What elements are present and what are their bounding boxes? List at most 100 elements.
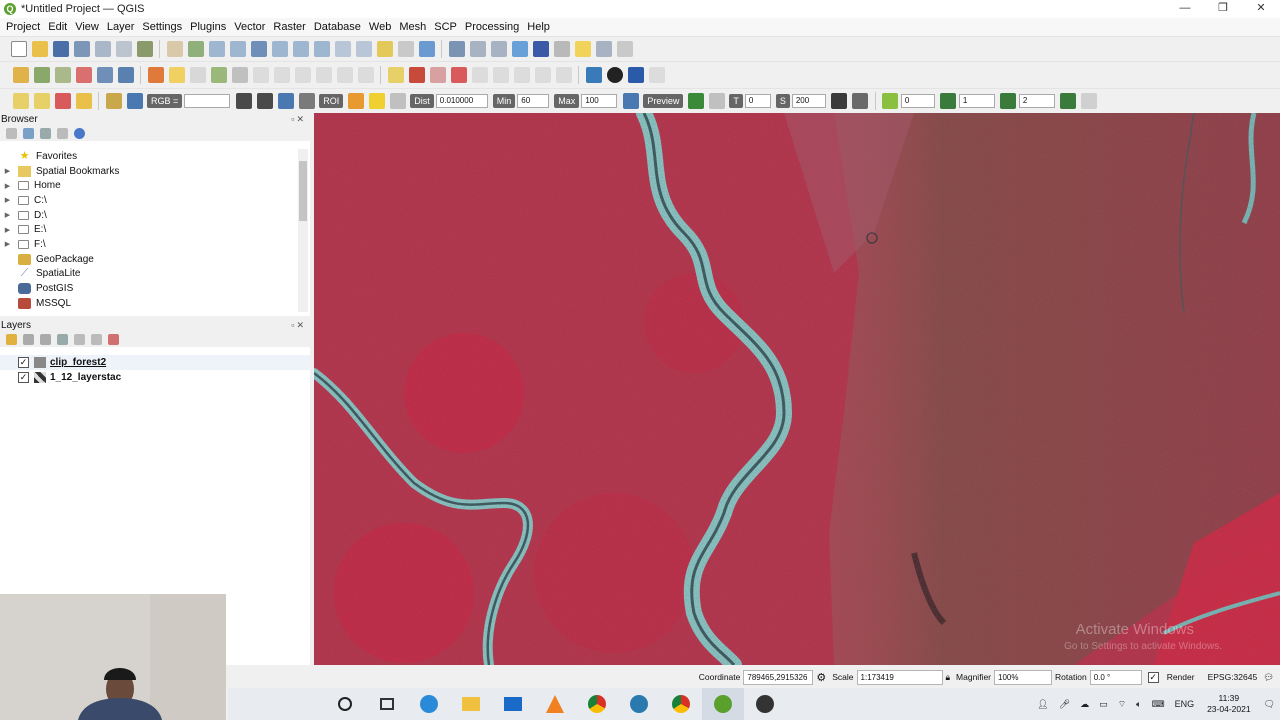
remove-layer-icon[interactable] (108, 334, 119, 345)
new-project-icon[interactable] (10, 40, 27, 57)
new-map-view-icon[interactable] (376, 40, 393, 57)
new-scratch-layer-icon[interactable] (75, 66, 92, 83)
messages-icon[interactable]: 💬︎ (1263, 672, 1274, 683)
classification-preview-icon[interactable] (687, 92, 704, 109)
tray-mic-icon[interactable]: 🎤︎ (1059, 699, 1070, 710)
diagram-tool-icon[interactable] (555, 66, 572, 83)
add-group-icon[interactable] (23, 334, 34, 345)
menu-database[interactable]: Database (310, 21, 365, 33)
menu-layer[interactable]: Layer (103, 21, 139, 33)
zoom-native-icon[interactable] (313, 40, 330, 57)
filter-browser-icon[interactable] (40, 128, 51, 139)
scp-dock-icon[interactable] (105, 92, 122, 109)
redo-icon[interactable] (357, 66, 374, 83)
refresh-icon[interactable] (418, 40, 435, 57)
pan-icon[interactable] (166, 40, 183, 57)
select-all-icon[interactable] (75, 92, 92, 109)
add-feature-icon[interactable] (210, 66, 227, 83)
expand-all-icon[interactable] (74, 334, 85, 345)
lock-scale-icon[interactable]: 🔒︎ (946, 672, 951, 683)
processing-toolbox-icon[interactable] (511, 40, 528, 57)
layer-visibility-checkbox[interactable]: ✓ (18, 357, 29, 368)
menu-web[interactable]: Web (365, 21, 395, 33)
browser-item-geopackage[interactable]: GeoPackage (0, 252, 296, 267)
browser-item-c-drive[interactable]: ▶ C:\ (0, 193, 296, 208)
toggle-editing-icon[interactable] (168, 66, 185, 83)
band-set-icon[interactable] (882, 92, 899, 109)
band-c-icon[interactable] (1000, 92, 1017, 109)
kml-icon[interactable] (852, 92, 869, 109)
expand-arrow-icon[interactable]: ▶ (3, 211, 12, 219)
chrome-icon[interactable] (576, 688, 618, 720)
map-tips-icon[interactable] (574, 40, 591, 57)
menu-vector[interactable]: Vector (230, 21, 269, 33)
refresh-browser-icon[interactable] (23, 128, 34, 139)
task-view-icon[interactable] (366, 688, 408, 720)
temporal-controller-icon[interactable] (397, 40, 414, 57)
menu-plugins[interactable]: Plugins (186, 21, 230, 33)
render-checkbox[interactable]: ✓ (1147, 671, 1159, 683)
show-roi-icon[interactable] (298, 92, 315, 109)
redo-preview-icon[interactable] (708, 92, 725, 109)
style-manager-icon[interactable] (136, 40, 153, 57)
expand-arrow-icon[interactable]: ▶ (3, 182, 12, 190)
add-selected-layers-icon[interactable] (6, 128, 17, 139)
scp-zoom-image-icon[interactable] (126, 92, 143, 109)
tray-wifi-icon[interactable]: ⌔ (1118, 699, 1126, 710)
panel-controls[interactable]: ▫✕ (291, 113, 306, 126)
highlight-label-icon[interactable] (429, 66, 446, 83)
zoom-out-icon[interactable] (229, 40, 246, 57)
create-roi-icon[interactable] (347, 92, 364, 109)
zoom-roi-icon[interactable] (277, 92, 294, 109)
manage-themes-icon[interactable] (40, 334, 51, 345)
deselect-icon[interactable] (54, 92, 71, 109)
tray-cloud-icon[interactable]: ☁︎ (1080, 699, 1089, 710)
browser-item-f-drive[interactable]: ▶ F:\ (0, 237, 296, 252)
statistical-summary-icon[interactable] (532, 40, 549, 57)
s-field[interactable]: 200 (791, 93, 826, 108)
file-explorer-icon[interactable] (450, 688, 492, 720)
qgis-active-icon[interactable] (702, 688, 744, 720)
attribute-table-icon[interactable] (469, 40, 486, 57)
properties-icon[interactable] (74, 128, 85, 139)
tray-volume-icon[interactable]: 🔈︎ (1136, 699, 1141, 710)
menu-view[interactable]: View (71, 21, 103, 33)
save-edits-icon[interactable] (189, 66, 206, 83)
toggle-extents-icon[interactable]: ⚙ (816, 671, 826, 684)
local-std-stretch-icon[interactable] (256, 92, 273, 109)
min-field[interactable]: 60 (517, 93, 550, 108)
vlc-icon[interactable] (534, 688, 576, 720)
band-d-icon[interactable] (1060, 92, 1077, 109)
zoom-last-icon[interactable] (334, 40, 351, 57)
move-label-icon[interactable] (492, 66, 509, 83)
menu-processing[interactable]: Processing (461, 21, 523, 33)
new-virtual-layer-icon[interactable] (96, 66, 113, 83)
menu-help[interactable]: Help (523, 21, 554, 33)
redo-roi-icon[interactable] (389, 92, 406, 109)
browser-item-favorites[interactable]: ★ Favorites (0, 149, 296, 164)
browser-item-spatial-bookmarks[interactable]: ▶ Spatial Bookmarks (0, 164, 296, 179)
identify-icon[interactable] (448, 40, 465, 57)
rotation-spinbox[interactable]: 0.0 ° (1089, 669, 1142, 685)
more-tools-icon[interactable] (1081, 92, 1098, 109)
activate-roi-pointer-icon[interactable] (368, 92, 385, 109)
current-edits-icon[interactable] (147, 66, 164, 83)
pan-to-selection-icon[interactable] (187, 40, 204, 57)
expand-arrow-icon[interactable]: ▶ (3, 196, 12, 204)
browser-item-mssql[interactable]: MSSQL (0, 296, 296, 311)
edge-icon[interactable] (408, 688, 450, 720)
panel-controls[interactable]: ▫✕ (291, 319, 306, 332)
max-field[interactable]: 100 (581, 93, 618, 108)
browser-item-spatialite[interactable]: ⟋ SpatiaLite (0, 267, 296, 282)
menu-settings[interactable]: Settings (138, 21, 186, 33)
coordinate-field[interactable]: 789465,2915326 (743, 669, 814, 685)
zoom-full-icon[interactable] (250, 40, 267, 57)
print-layout-icon[interactable] (94, 40, 111, 57)
tray-keyboard-icon[interactable]: ⌨︎ (1152, 699, 1165, 710)
show-hide-label-icon[interactable] (471, 66, 488, 83)
search-tool-icon[interactable] (595, 40, 612, 57)
expand-arrow-icon[interactable]: ▶ (3, 226, 12, 234)
select-features-icon[interactable] (12, 92, 29, 109)
search-icon[interactable] (324, 688, 366, 720)
layout-manager-icon[interactable] (115, 40, 132, 57)
